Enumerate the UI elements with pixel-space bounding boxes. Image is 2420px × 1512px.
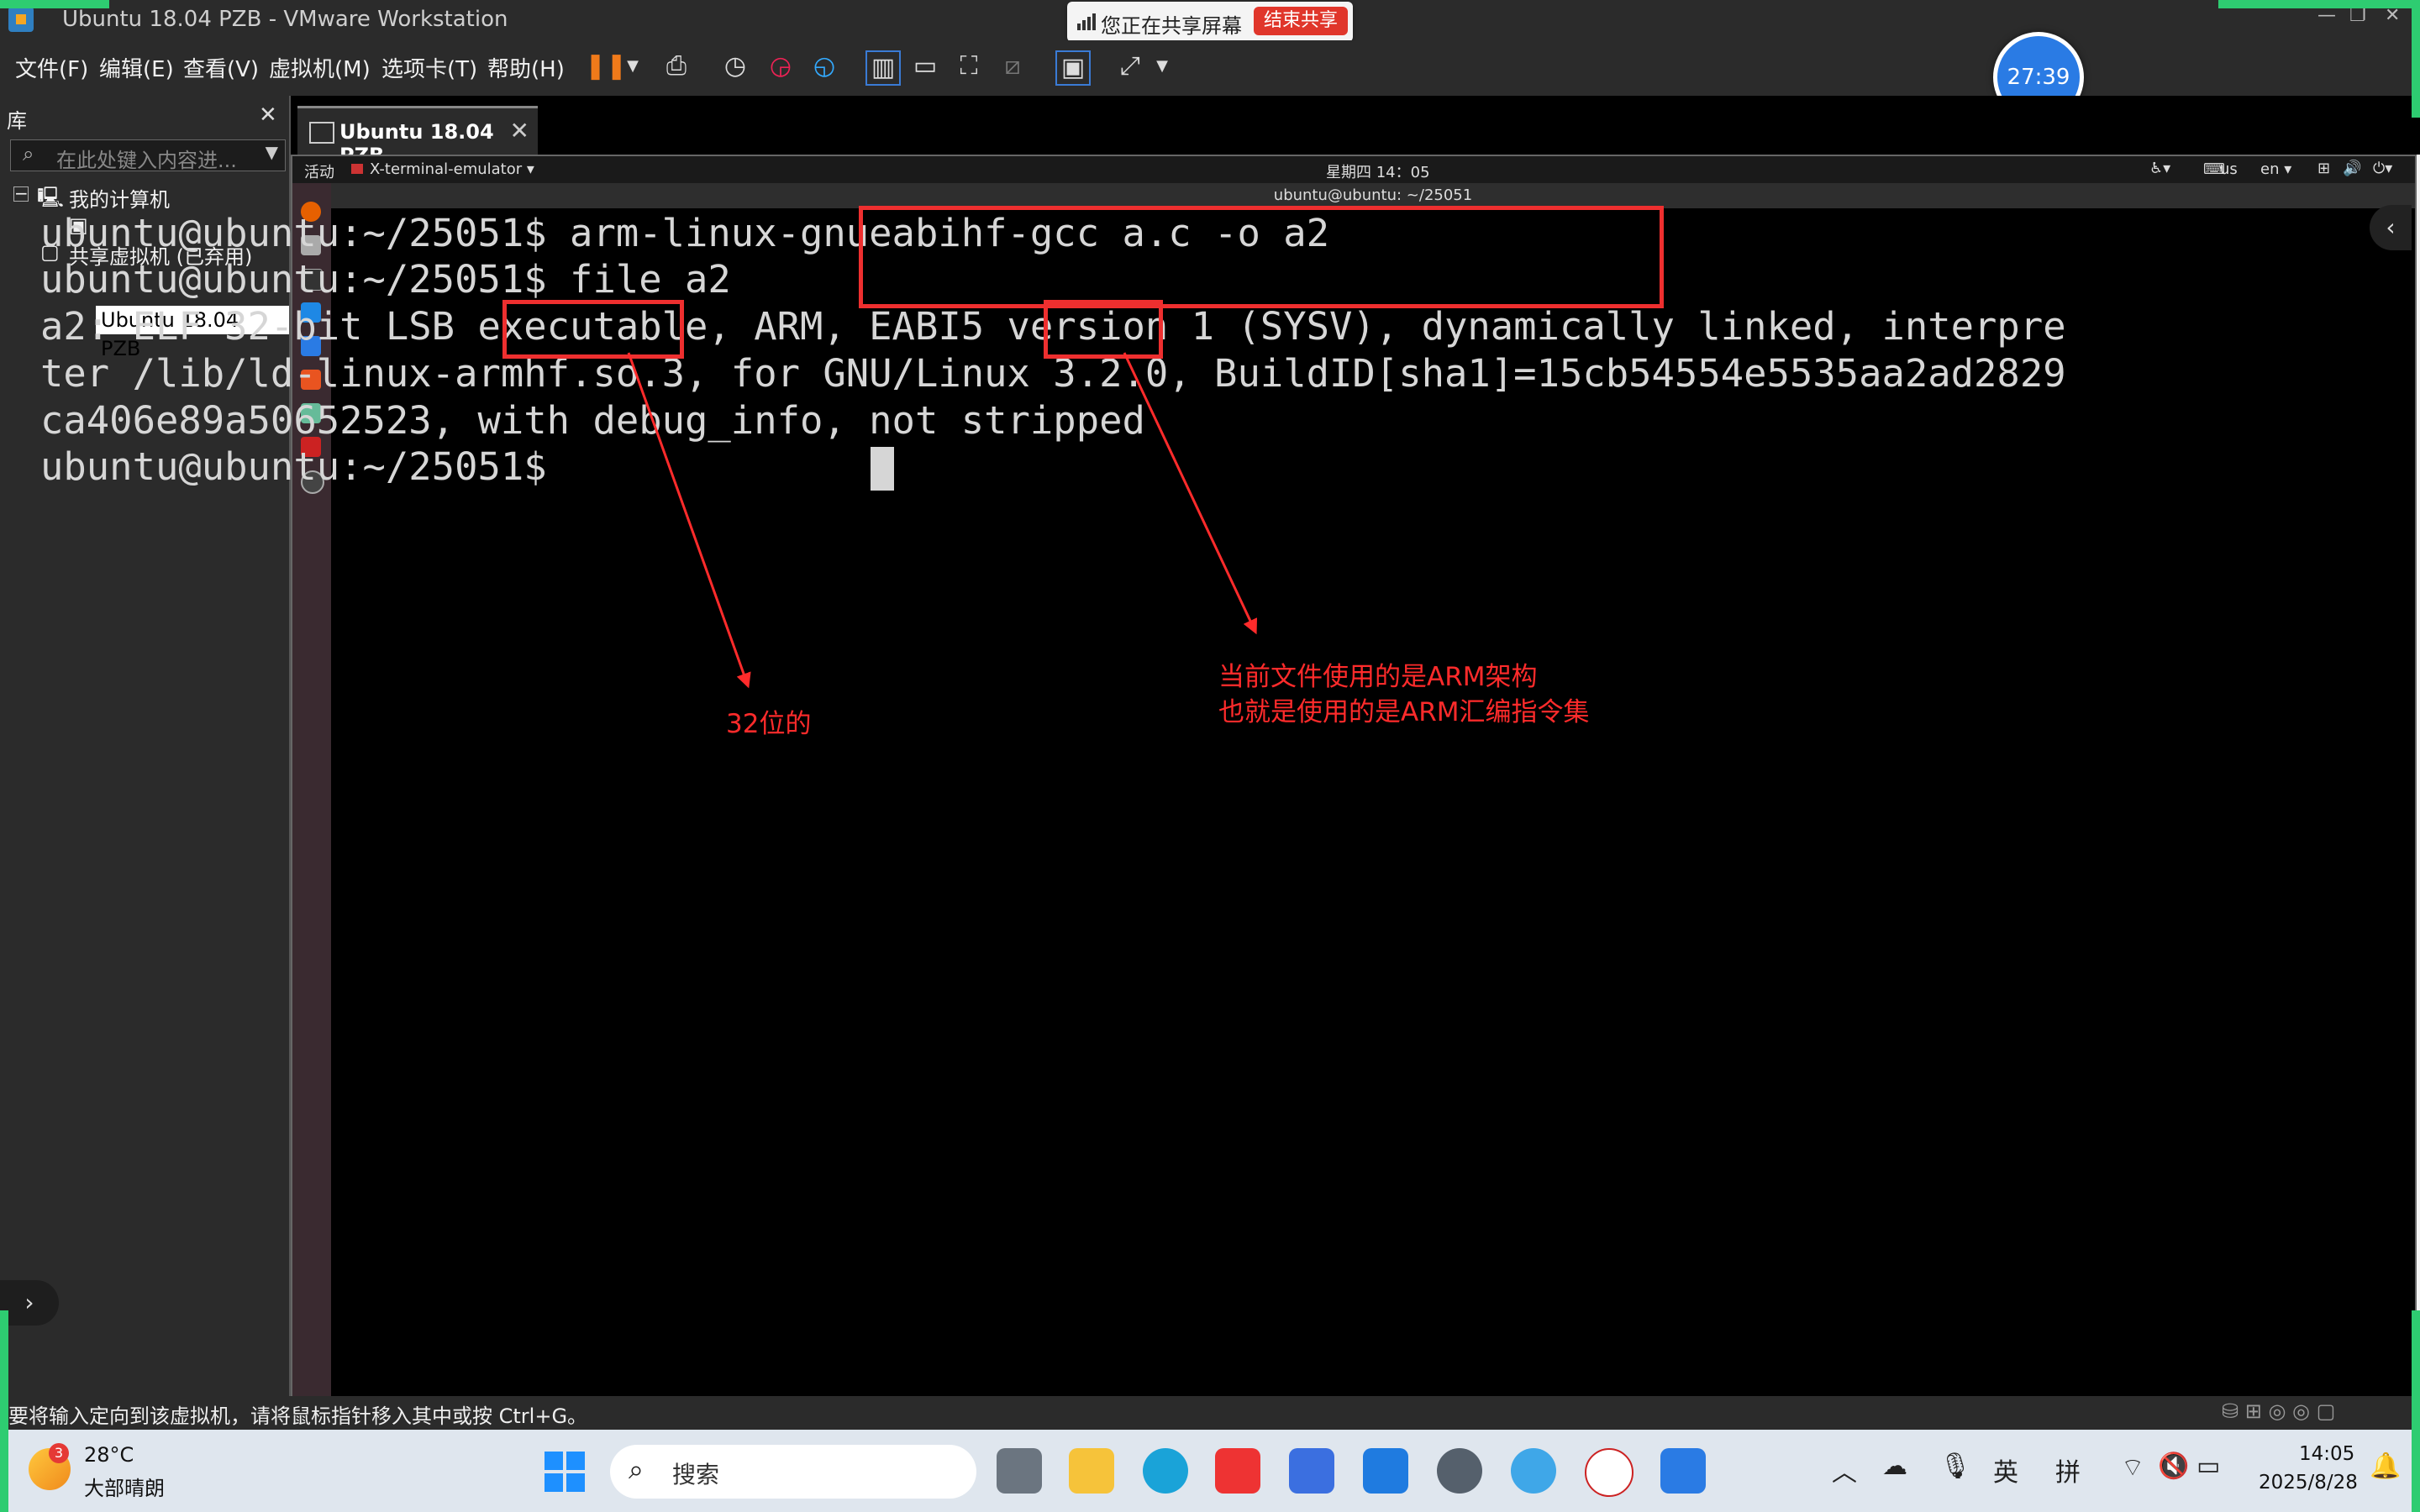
- wifi-icon[interactable]: ⌔: [2121, 1452, 2144, 1483]
- edge-icon[interactable]: [1143, 1448, 1188, 1494]
- notes-icon[interactable]: [1289, 1448, 1334, 1494]
- device-icons[interactable]: ⛁ ⊞ ◎ ◎ ▢: [2222, 1399, 2335, 1423]
- notification-icon[interactable]: 🔔: [2370, 1452, 2401, 1481]
- ime-mode[interactable]: 拼: [2055, 1452, 2081, 1488]
- feishu-icon[interactable]: [1363, 1448, 1408, 1494]
- vmware-taskbar-icon[interactable]: [1660, 1448, 1706, 1494]
- share-border: [2218, 0, 2420, 8]
- ime-lang[interactable]: 英: [1993, 1452, 2018, 1488]
- wps-icon[interactable]: [1215, 1448, 1260, 1494]
- annotation-arrows: [627, 352, 1258, 689]
- windows-taskbar: 3 28°C 大部晴朗 ⌕ 搜索 ︿ ☁ 🎙 英 拼 ⌔ 🔇 ▭ 14:05 2…: [0, 1430, 2420, 1512]
- status-bar: 要将输入定向到该虚拟机，请将鼠标指针移入其中或按 Ctrl+G。 ⛁ ⊞ ◎ ◎…: [0, 1396, 2420, 1430]
- microphone-icon[interactable]: 🎙: [1939, 1452, 1971, 1481]
- share-border: [2412, 1310, 2420, 1512]
- status-message: 要将输入定向到该虚拟机，请将鼠标指针移入其中或按 Ctrl+G。: [8, 1404, 588, 1428]
- network-app-icon[interactable]: [1511, 1448, 1556, 1494]
- battery-icon[interactable]: ▭: [2196, 1452, 2220, 1481]
- share-border: [2412, 0, 2420, 118]
- taskbar-date[interactable]: 2025/8/28: [2259, 1472, 2358, 1494]
- taskbar-search[interactable]: ⌕ 搜索: [610, 1445, 976, 1499]
- annotation-bits: 32位的: [726, 709, 812, 739]
- arrow-to-arch: [1123, 352, 1258, 635]
- taskbar-time[interactable]: 14:05: [2299, 1443, 2354, 1465]
- weather-badge: 3: [49, 1443, 69, 1463]
- arrow-to-bits: [627, 352, 751, 689]
- settings-gear-icon[interactable]: [1437, 1448, 1482, 1494]
- onedrive-icon[interactable]: ☁: [1882, 1452, 1907, 1481]
- windows-start-icon[interactable]: [544, 1452, 585, 1492]
- task-view-icon[interactable]: [997, 1448, 1042, 1494]
- mute-icon[interactable]: 🔇: [2158, 1452, 2189, 1481]
- annotation-arch-2: 也就是使用的是ARM汇编指令集: [1218, 697, 1590, 727]
- share-border: [0, 0, 109, 8]
- tencent-meeting-icon[interactable]: [1585, 1448, 1634, 1497]
- share-border: [0, 1310, 8, 1512]
- taskbar-search-label: 搜索: [672, 1461, 720, 1488]
- chevron-up-icon[interactable]: ︿: [1832, 1452, 1857, 1488]
- weather-temp[interactable]: 28°C: [84, 1443, 134, 1467]
- file-explorer-icon[interactable]: [1069, 1448, 1114, 1494]
- annotation-arch-1: 当前文件使用的是ARM架构: [1218, 662, 1538, 692]
- search-icon: ⌕: [629, 1453, 644, 1485]
- weather-desc[interactable]: 大部晴朗: [84, 1472, 165, 1501]
